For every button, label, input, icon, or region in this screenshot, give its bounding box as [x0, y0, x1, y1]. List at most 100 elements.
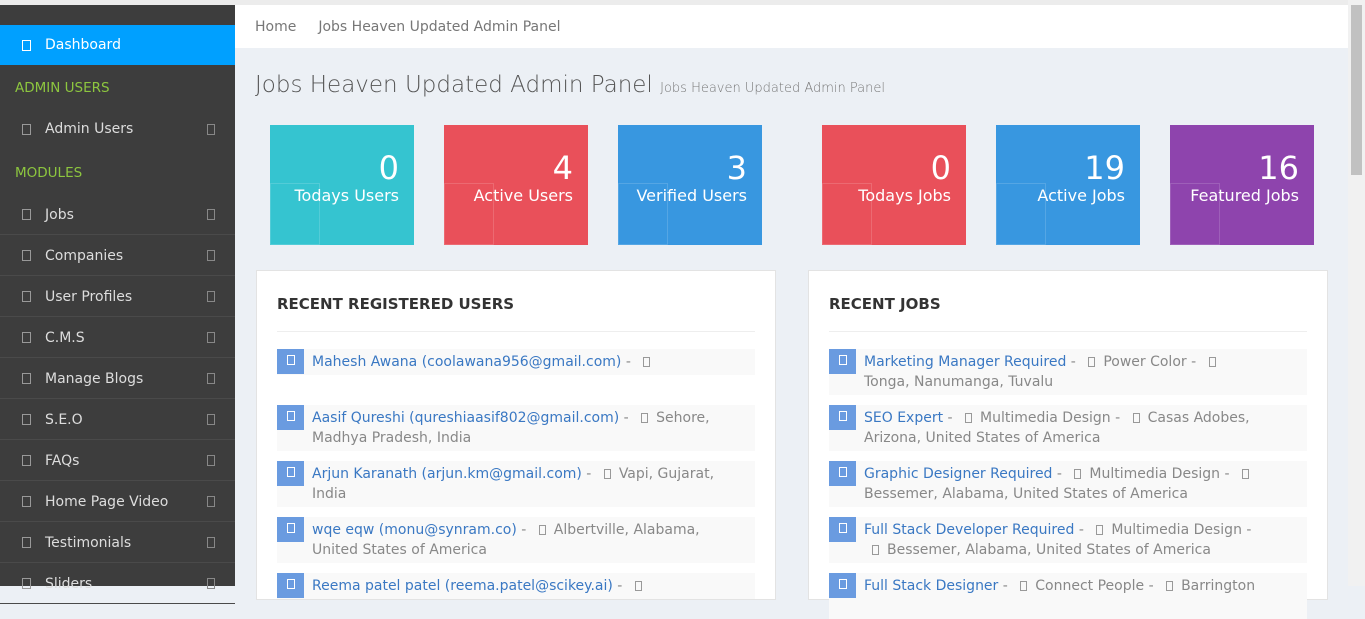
page-title: Jobs Heaven Updated Admin Panel Jobs Hea…: [255, 72, 885, 98]
scrollbar-thumb[interactable]: [1351, 5, 1362, 175]
stat-box[interactable]: 19 Active Jobs: [996, 125, 1140, 245]
stat-decoration: [444, 183, 494, 245]
location-icon: [538, 525, 546, 535]
menu-icon: [22, 578, 31, 589]
sidebar-item-label: Companies: [45, 247, 124, 264]
panel-title: RECENT REGISTERED USERS: [277, 295, 515, 313]
location-icon: [603, 469, 611, 479]
sidebar-item-label: Dashboard: [45, 37, 121, 53]
stat-decoration: [996, 183, 1046, 245]
list-item: SEO Expert - Multimedia Design - Casas A…: [829, 405, 1307, 451]
panel-title: RECENT JOBS: [829, 295, 941, 313]
sidebar-item[interactable]: Companies: [0, 236, 235, 276]
sidebar-item[interactable]: Testimonials: [0, 523, 235, 563]
user-link[interactable]: Aasif Qureshi (qureshiaasif802@gmail.com…: [312, 410, 619, 426]
sidebar-item-label: Home Page Video: [45, 493, 169, 510]
stat-box[interactable]: 16 Featured Jobs: [1170, 125, 1314, 245]
job-link[interactable]: Graphic Designer Required: [864, 466, 1052, 482]
sidebar-item[interactable]: C.M.S: [0, 318, 235, 358]
chevron-icon: [207, 250, 215, 261]
menu-icon: [22, 291, 31, 302]
menu-icon: [22, 209, 31, 220]
menu-icon: [22, 250, 31, 261]
menu-icon: [22, 496, 31, 507]
sidebar-item-label: User Profiles: [45, 288, 133, 305]
location-icon: [1166, 581, 1174, 591]
sidebar-item[interactable]: Manage Blogs: [0, 359, 235, 399]
location-icon: [641, 413, 649, 423]
breadcrumb-home[interactable]: Home: [255, 19, 296, 35]
job-icon: [829, 405, 856, 430]
page-subtitle: Jobs Heaven Updated Admin Panel: [660, 81, 885, 96]
stat-box[interactable]: 0 Todays Users: [270, 125, 414, 245]
stat-box[interactable]: 0 Todays Jobs: [822, 125, 966, 245]
stat-value: 0: [378, 149, 399, 187]
job-company: Connect People: [1035, 578, 1145, 594]
chevron-icon: [207, 332, 215, 343]
menu-icon: [22, 373, 31, 384]
sidebar-item-label: Testimonials: [45, 534, 132, 551]
job-link[interactable]: Full Stack Designer: [864, 578, 998, 594]
scrollbar[interactable]: [1348, 0, 1365, 586]
job-company: Multimedia Design: [1089, 466, 1221, 482]
sidebar-item-label: Jobs: [45, 206, 74, 223]
company-icon: [1088, 357, 1096, 367]
menu-icon: [22, 455, 31, 466]
user-icon: [22, 123, 31, 135]
list-item: Mahesh Awana (coolawana956@gmail.com) -: [277, 349, 755, 375]
job-link[interactable]: Full Stack Developer Required: [864, 522, 1074, 538]
stat-decoration: [1170, 183, 1220, 245]
job-location: Bessemer, Alabama, United States of Amer…: [887, 542, 1211, 558]
sidebar-item[interactable]: FAQs: [0, 441, 235, 481]
company-icon: [1020, 581, 1028, 591]
user-link[interactable]: Mahesh Awana (coolawana956@gmail.com): [312, 354, 621, 370]
breadcrumb-current: Jobs Heaven Updated Admin Panel: [318, 18, 561, 35]
user-link[interactable]: Reema patel patel (reema.patel@scikey.ai…: [312, 578, 613, 594]
stat-value: 3: [726, 149, 747, 187]
list-item: Arjun Karanath (arjun.km@gmail.com) - Va…: [277, 461, 755, 507]
stat-decoration: [270, 183, 320, 245]
job-link[interactable]: SEO Expert: [864, 410, 943, 426]
list-item: Graphic Designer Required - Multimedia D…: [829, 461, 1307, 507]
list-item: wqe eqw (monu@synram.co) - Albertville, …: [277, 517, 755, 563]
job-link[interactable]: Marketing Manager Required: [864, 354, 1066, 370]
section-modules: MODULES: [15, 165, 83, 181]
page-title-text: Jobs Heaven Updated Admin Panel: [255, 72, 653, 98]
sidebar-item[interactable]: S.E.O: [0, 400, 235, 440]
chevron-icon: [207, 496, 215, 507]
breadcrumb: Home Jobs Heaven Updated Admin Panel: [235, 5, 1348, 48]
sidebar-item[interactable]: Sliders: [0, 564, 235, 604]
stat-decoration: [618, 183, 668, 245]
user-icon: [277, 405, 304, 430]
sidebar-item-label: Manage Blogs: [45, 370, 144, 387]
stat-box[interactable]: 3 Verified Users: [618, 125, 762, 245]
company-icon: [965, 413, 973, 423]
sidebar-item-dashboard[interactable]: Dashboard: [0, 25, 235, 65]
stat-value: 19: [1084, 149, 1125, 187]
stat-value: 0: [930, 149, 951, 187]
user-icon: [277, 349, 304, 374]
stat-value: 4: [552, 149, 573, 187]
job-icon: [829, 349, 856, 374]
chevron-icon: [207, 578, 215, 589]
location-icon: [872, 545, 879, 555]
sidebar-item[interactable]: User Profiles: [0, 277, 235, 317]
stat-box[interactable]: 4 Active Users: [444, 125, 588, 245]
list-item: Marketing Manager Required - Power Color…: [829, 349, 1307, 395]
sidebar-item-admin-users[interactable]: Admin Users: [0, 109, 235, 149]
sidebar-item-label: FAQs: [45, 452, 80, 469]
sidebar-item[interactable]: Home Page Video: [0, 482, 235, 522]
menu-icon: [22, 537, 31, 548]
user-link[interactable]: wqe eqw (monu@synram.co): [312, 522, 517, 538]
sidebar-item[interactable]: Jobs: [0, 195, 235, 235]
user-link[interactable]: Arjun Karanath (arjun.km@gmail.com): [312, 466, 582, 482]
location-icon: [643, 357, 651, 367]
chevron-icon: [207, 537, 215, 548]
company-icon: [1074, 469, 1082, 479]
job-icon: [829, 461, 856, 486]
job-location: Bessemer, Alabama, United States of Amer…: [864, 486, 1188, 502]
company-icon: [1096, 525, 1104, 535]
job-company: Multimedia Design: [980, 410, 1111, 426]
job-location: Barrington: [1181, 578, 1256, 594]
location-icon: [1241, 469, 1249, 479]
